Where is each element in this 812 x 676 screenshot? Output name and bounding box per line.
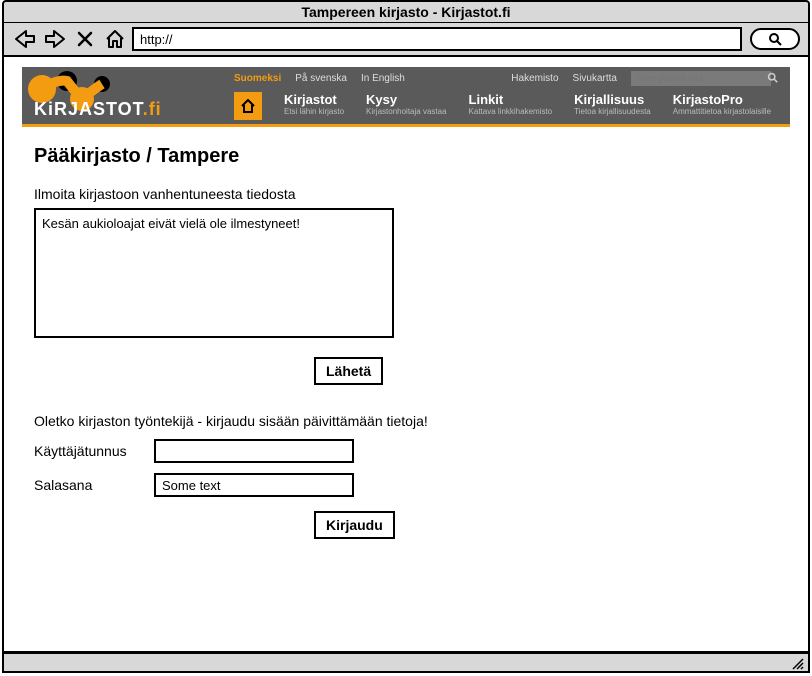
site-logo[interactable]: KiRJASTOT.fi	[34, 99, 234, 120]
nav-home[interactable]	[234, 92, 262, 120]
nav-kirjallisuus[interactable]: Kirjallisuus Tietoa kirjallisuudesta	[574, 92, 651, 116]
back-button[interactable]	[12, 28, 38, 50]
language-links: Suomeksi På svenska In English	[234, 73, 405, 84]
report-textarea[interactable]	[34, 208, 394, 338]
site-header: Suomeksi På svenska In English Hakemisto…	[22, 67, 790, 127]
login-prompt: Oletko kirjaston työntekijä - kirjaudu s…	[34, 413, 778, 429]
login-section: Oletko kirjaston työntekijä - kirjaudu s…	[34, 413, 778, 539]
browser-window: Tampereen kirjasto - Kirjastot.fi	[2, 0, 810, 57]
page-viewport: Suomeksi På svenska In English Hakemisto…	[2, 57, 810, 653]
lang-sv[interactable]: På svenska	[295, 73, 347, 84]
password-label: Salasana	[34, 477, 154, 493]
lang-fi[interactable]: Suomeksi	[234, 73, 281, 84]
browser-toolbar	[4, 23, 808, 55]
status-bar	[2, 653, 810, 673]
logo-text: KiRJASTOT.fi	[34, 99, 162, 119]
main-nav: KiRJASTOT.fi Kirjastot Etsi lähin kirjas…	[22, 90, 790, 124]
resize-grip-icon[interactable]	[790, 656, 804, 670]
site-search-input[interactable]	[631, 71, 771, 86]
home-icon	[240, 99, 256, 113]
forward-button[interactable]	[42, 28, 68, 50]
send-button[interactable]: Lähetä	[314, 357, 383, 385]
nav-kysy[interactable]: Kysy Kirjastonhoitaja vastaa	[366, 92, 447, 116]
nav-kirjastot[interactable]: Kirjastot Etsi lähin kirjasto	[284, 92, 344, 116]
nav-linkit[interactable]: Linkit Kattava linkkihakemisto	[469, 92, 553, 116]
report-label: Ilmoita kirjastoon vanhentuneesta tiedos…	[34, 186, 778, 202]
home-button[interactable]	[102, 28, 128, 50]
link-sivukartta[interactable]: Sivukartta	[573, 73, 617, 84]
lang-en[interactable]: In English	[361, 73, 405, 84]
page-content: Pääkirjasto / Tampere Ilmoita kirjastoon…	[4, 127, 808, 557]
login-button[interactable]: Kirjaudu	[314, 511, 395, 539]
meta-links: Hakemisto Sivukartta	[511, 71, 778, 86]
username-input[interactable]	[154, 439, 354, 463]
nav-kirjastopro[interactable]: KirjastoPro Ammattitietoa kirjastolaisil…	[673, 92, 771, 116]
stop-button[interactable]	[72, 28, 98, 50]
url-input[interactable]	[132, 27, 742, 51]
browser-search-button[interactable]	[750, 28, 800, 50]
link-hakemisto[interactable]: Hakemisto	[511, 73, 558, 84]
username-label: Käyttäjätunnus	[34, 443, 154, 459]
password-input[interactable]	[154, 473, 354, 497]
nav-items: Kirjastot Etsi lähin kirjasto Kysy Kirja…	[234, 92, 771, 120]
window-title: Tampereen kirjasto - Kirjastot.fi	[4, 2, 808, 23]
page-title: Pääkirjasto / Tampere	[34, 145, 778, 168]
